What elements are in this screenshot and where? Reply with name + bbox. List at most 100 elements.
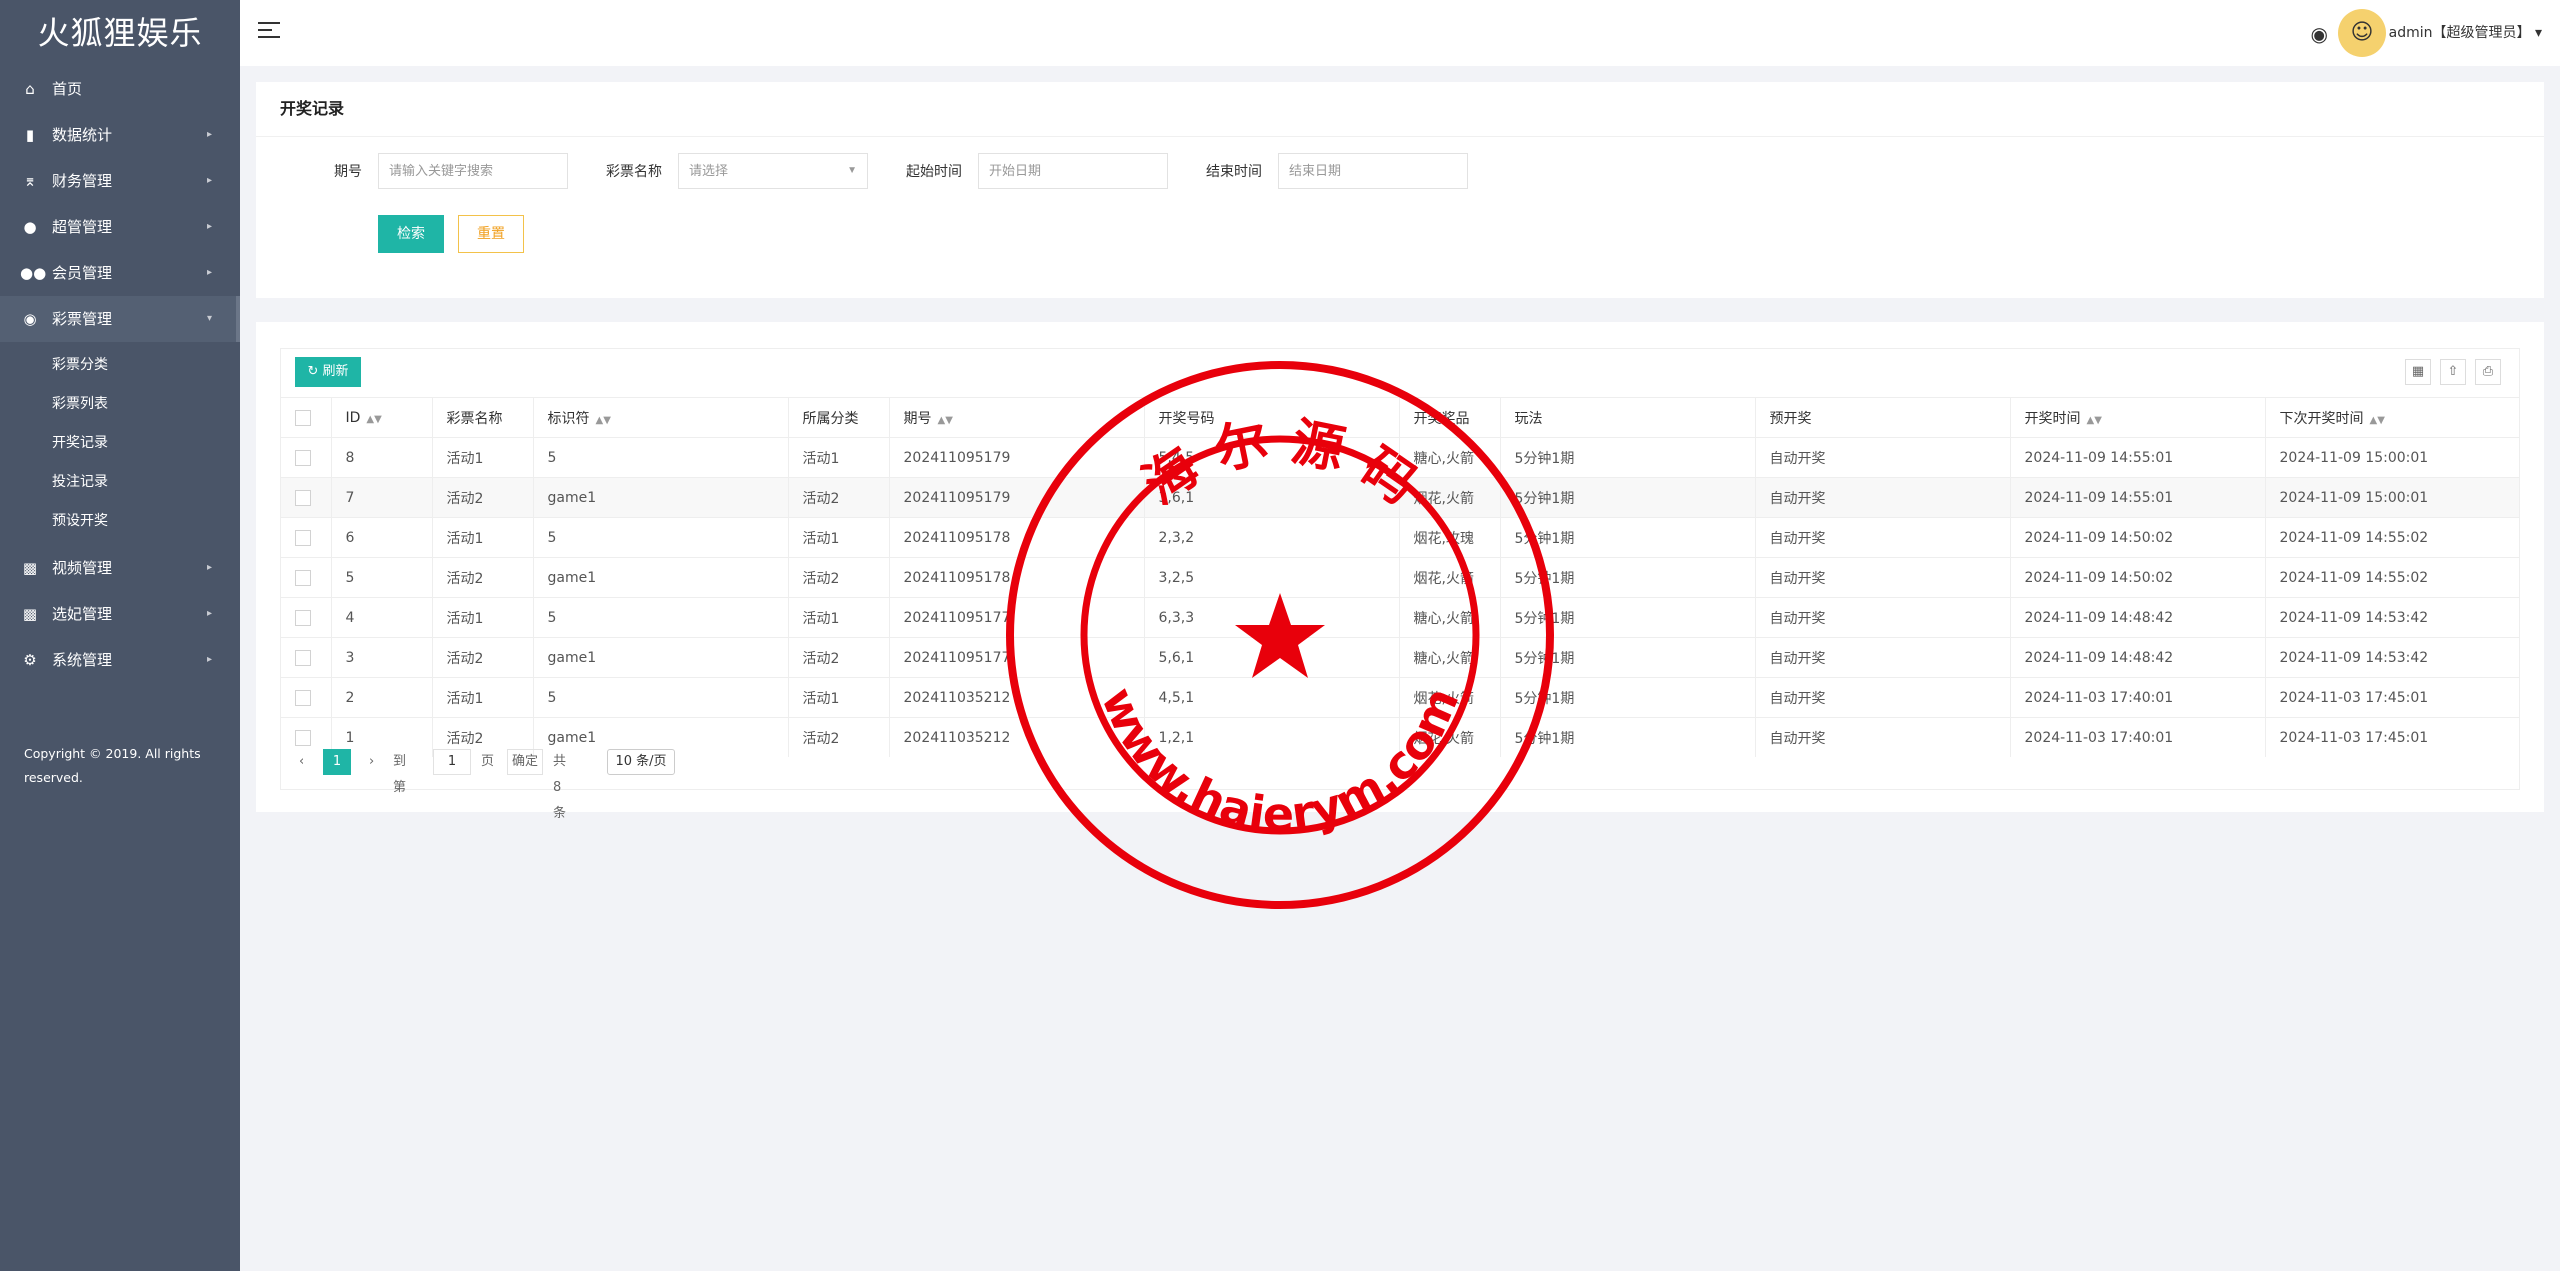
table-row[interactable]: 4 活动1 5 活动1 202411095177 6,3,3 糖心,火箭 5分钟1期 自动开奖 2…: [281, 597, 2520, 638]
table-cell: 活动1: [788, 597, 890, 638]
table-row[interactable]: 6 活动1 5 活动1 202411095178 2,3,2 烟花,玫瑰 5分钟1期 自动开奖 2…: [281, 517, 2520, 558]
row-checkbox[interactable]: [281, 557, 332, 598]
table-cell: 3: [331, 637, 433, 678]
goto-confirm-button[interactable]: 确定: [507, 749, 543, 775]
bank-icon: ⌆: [23, 172, 37, 190]
sidebar-item-admins[interactable]: ● 超管管理 ▸: [0, 204, 240, 250]
table-cell: 2024-11-09 14:53:42: [2265, 637, 2520, 678]
sidebar-item-system[interactable]: ⚙ 系统管理 ▸: [0, 637, 240, 683]
home-icon: ⌂: [25, 80, 35, 98]
row-checkbox[interactable]: [281, 517, 332, 558]
table-cell: 202411095179: [889, 437, 1145, 478]
page-size-select[interactable]: 10 条/页: [607, 749, 675, 775]
table-cell: 202411035212: [889, 677, 1145, 718]
refresh-button[interactable]: ↻ 刷新: [295, 357, 361, 387]
columns-icon[interactable]: ▦: [2405, 359, 2431, 385]
column-header-draw-time[interactable]: 开奖时间 ▲▼: [2010, 397, 2266, 438]
column-header-identifier[interactable]: 标识符 ▲▼: [533, 397, 789, 438]
chevron-right-icon: ▸: [206, 221, 212, 232]
table-cell: 202411095178: [889, 517, 1145, 558]
row-checkbox[interactable]: [281, 437, 332, 478]
chevron-down-icon: ▾: [206, 313, 212, 324]
page-unit-label: 页: [481, 754, 495, 769]
row-checkbox[interactable]: [281, 597, 332, 638]
table-cell: game1: [533, 477, 789, 518]
sidebar-item-videos[interactable]: ▩ 视频管理 ▸: [0, 545, 240, 591]
sidebar-item-statistics[interactable]: ▮ 数据统计 ▸: [0, 112, 240, 158]
submenu-item-lottery-category[interactable]: 彩票分类: [0, 346, 240, 385]
next-page-button[interactable]: ›: [369, 749, 374, 775]
sidebar-item-label: 视频管理: [52, 559, 113, 577]
end-date-input[interactable]: 结束日期: [1278, 153, 1468, 189]
avatar[interactable]: ☺: [2338, 9, 2386, 57]
submenu-item-bet-records[interactable]: 投注记录: [0, 463, 240, 502]
submenu-item-preset-draw[interactable]: 预设开奖: [0, 502, 240, 541]
app-logo: 火狐狸娱乐: [37, 14, 203, 52]
table-cell: 2024-11-03 17:45:01: [2265, 677, 2520, 718]
start-date-input[interactable]: 开始日期: [978, 153, 1168, 189]
table-cell: 5: [331, 557, 433, 598]
table-cell: 2024-11-09 15:00:01: [2265, 477, 2520, 518]
table-cell: 5分钟1期: [1500, 437, 1756, 478]
table-cell: 活动1: [432, 517, 534, 558]
table-cell: 2024-11-09 14:50:02: [2010, 517, 2266, 558]
prev-page-button[interactable]: ‹: [299, 749, 304, 775]
sidebar: 火狐狸娱乐 ⌂ 首页 ▮ 数据统计 ▸ ⌆ 财务管理 ▸ ● 超管管理 ▸ ●●…: [0, 0, 240, 1271]
table-cell: 2024-11-09 14:55:01: [2010, 477, 2266, 518]
sidebar-item-lottery[interactable]: ◉ 彩票管理 ▾: [0, 296, 240, 342]
export-icon[interactable]: ⇧: [2440, 359, 2466, 385]
table-row[interactable]: 7 活动2 game1 活动2 202411095179 3,6,1 烟花,火箭 5分钟1期自…: [281, 477, 2520, 518]
top-header: ◉ ☺ admin【超级管理员】 ▾: [240, 0, 2560, 66]
table-cell: 5,4,5: [1144, 437, 1400, 478]
reset-button[interactable]: 重置: [458, 215, 524, 253]
table-cell: 5分钟1期: [1500, 677, 1756, 718]
table-row[interactable]: 5 活动2 game1 活动2 202411095178 3,2,5 烟花,火箭 5分钟1期自…: [281, 557, 2520, 598]
user-menu[interactable]: admin【超级管理员】 ▾: [2389, 0, 2542, 66]
submenu-item-draw-records[interactable]: 开奖记录: [0, 424, 240, 463]
menu-toggle-icon[interactable]: [258, 22, 280, 40]
table-cell: 烟花,火箭: [1399, 557, 1501, 598]
select-all-checkbox[interactable]: [281, 397, 332, 438]
users-icon: ●●: [20, 264, 47, 282]
column-header-id[interactable]: ID ▲▼: [331, 397, 433, 438]
chevron-right-icon: ▸: [206, 267, 212, 278]
user-name: admin【超级管理员】: [2388, 25, 2531, 41]
period-search-input[interactable]: 请输入关键字搜索: [378, 153, 568, 189]
table-row[interactable]: 8 活动1 5 活动1 202411095179 5,4,5 糖心,火箭 5分钟1期 自动开奖 2…: [281, 437, 2520, 478]
lottery-select[interactable]: 请选择 ▼: [678, 153, 868, 189]
chevron-right-icon: ▸: [206, 129, 212, 140]
row-checkbox[interactable]: [281, 477, 332, 518]
column-header-next-draw-time[interactable]: 下次开奖时间 ▲▼: [2265, 397, 2520, 438]
table-row[interactable]: 3 活动2 game1 活动2 202411095177 5,6,1 糖心,火箭 5分钟1期自…: [281, 637, 2520, 678]
goto-page-input[interactable]: 1: [433, 749, 471, 775]
sidebar-item-home[interactable]: ⌂ 首页: [0, 66, 240, 112]
table-cell: 活动2: [788, 717, 890, 757]
palette-icon[interactable]: ◉: [2311, 22, 2328, 46]
submenu-item-lottery-list[interactable]: 彩票列表: [0, 385, 240, 424]
sidebar-item-members[interactable]: ●● 会员管理 ▸: [0, 250, 240, 296]
lottery-name-label: 彩票名称: [606, 164, 662, 180]
table-cell: 5分钟1期: [1500, 597, 1756, 638]
table-row[interactable]: 2 活动1 5 活动1 202411035212 4,5,1 烟花,火箭 5分钟1期 自动开奖 2…: [281, 677, 2520, 718]
table-cell: 5分钟1期: [1500, 517, 1756, 558]
sidebar-item-label: 会员管理: [52, 264, 113, 282]
gamepad-icon: ◉: [23, 310, 37, 328]
table-cell: 活动1: [788, 677, 890, 718]
sidebar-item-label: 系统管理: [52, 651, 113, 669]
print-icon[interactable]: ⎙: [2475, 359, 2501, 385]
page-button-current[interactable]: 1: [323, 749, 351, 775]
row-checkbox[interactable]: [281, 677, 332, 718]
sidebar-item-selection[interactable]: ▩ 选妃管理 ▸: [0, 591, 240, 637]
table-cell: 2024-11-03 17:40:01: [2010, 677, 2266, 718]
table-cell: 202411095178: [889, 557, 1145, 598]
table-cell: 5: [533, 597, 789, 638]
column-header-period[interactable]: 期号 ▲▼: [889, 397, 1145, 438]
table-cell: 活动2: [788, 637, 890, 678]
gear-icon: ⚙: [23, 651, 37, 669]
sidebar-item-finance[interactable]: ⌆ 财务管理 ▸: [0, 158, 240, 204]
row-checkbox[interactable]: [281, 637, 332, 678]
chevron-down-icon: ▼: [847, 165, 857, 176]
period-label: 期号: [334, 164, 362, 180]
chevron-down-icon: ▾: [2534, 25, 2542, 41]
search-button[interactable]: 检索: [378, 215, 444, 253]
